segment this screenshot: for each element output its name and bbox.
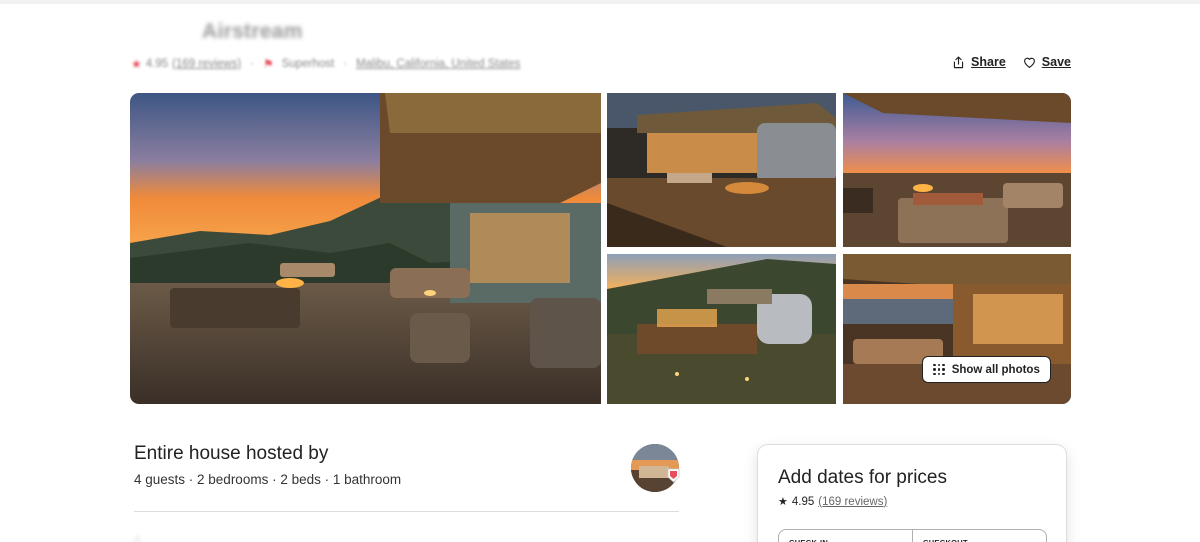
main-photo[interactable] (130, 93, 601, 404)
show-all-photos-label: Show all photos (951, 363, 1040, 376)
heart-icon (1023, 57, 1035, 68)
share-button[interactable]: Share (952, 55, 1006, 69)
show-all-photos-button[interactable]: Show all photos (922, 356, 1051, 383)
grid-dots-icon (933, 363, 945, 376)
booking-rating-value: 4.95 (791, 495, 815, 508)
next-section-icon: ⌂ (134, 533, 141, 542)
listing-meta: ★ 4.95 (169 reviews) · ⚑ Superhost · Mal… (131, 56, 520, 72)
booking-rating: ★ 4.95 (169 reviews) (778, 495, 887, 509)
superhost-label: Superhost (281, 58, 335, 70)
booking-card: Add dates for prices ★ 4.95 (169 reviews… (757, 444, 1067, 542)
date-picker[interactable]: CHECK-IN CHECKOUT (778, 529, 1047, 542)
superhost-icon: ⚑ (263, 57, 274, 71)
host-title: Entire house hosted by (134, 443, 329, 464)
section-divider (134, 511, 679, 512)
save-label: Save (1041, 55, 1071, 69)
booking-reviews-link[interactable]: (169 reviews) (818, 496, 887, 508)
star-icon: ★ (778, 496, 788, 508)
checkin-field[interactable]: CHECK-IN (779, 530, 912, 542)
next-section-preview: ⌂ (134, 533, 284, 542)
listing-rating: 4.95 (145, 58, 169, 70)
star-icon: ★ (131, 57, 142, 71)
listing-actions: Share Save (952, 55, 1071, 69)
save-button[interactable]: Save (1023, 55, 1071, 69)
listing-location-link[interactable]: Malibu, California, United States (356, 58, 520, 70)
share-label: Share (971, 55, 1006, 69)
listing-title: Airstream (202, 20, 303, 43)
booking-title: Add dates for prices (778, 467, 947, 488)
checkout-field[interactable]: CHECKOUT (912, 530, 1046, 542)
share-icon (953, 55, 964, 68)
photo-3[interactable] (843, 93, 1071, 247)
separator-dot: · (343, 58, 348, 70)
photo-2[interactable] (607, 93, 836, 247)
browser-top-edge (0, 0, 1200, 4)
photo-4[interactable] (607, 254, 836, 404)
listing-reviews-link[interactable]: (169 reviews) (172, 58, 241, 70)
separator-dot: · (250, 58, 255, 70)
superhost-badge-icon (667, 468, 680, 483)
host-details: 4 guests · 2 bedrooms · 2 beds · 1 bathr… (134, 472, 402, 487)
